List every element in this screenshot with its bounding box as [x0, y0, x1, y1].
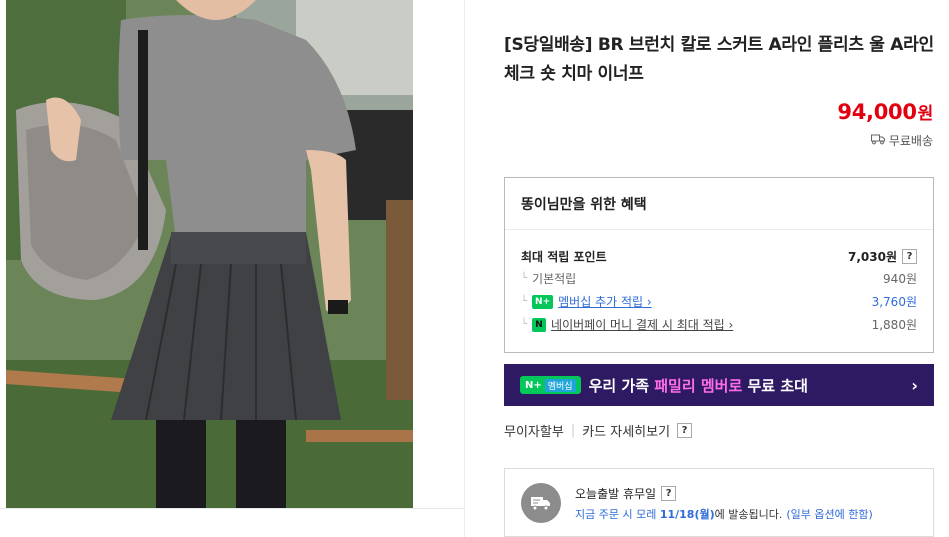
max-point-row: 최대 적립 포인트 7,030원 ?: [521, 248, 917, 265]
max-point-label: 최대 적립 포인트: [521, 250, 607, 264]
delivery-help-button[interactable]: ?: [661, 486, 677, 501]
benefit-heading: 똥이님만을 위한 혜택: [505, 178, 933, 230]
family-membership-banner[interactable]: N+ 멤버십 우리 가족 패밀리 멤버로 무료 초대 ›: [504, 364, 934, 406]
product-price: 94,000원: [837, 99, 933, 124]
point-row-npay[interactable]: └ N 네이버페이 머니 결제 시 최대 적립 › 1,880원: [521, 316, 917, 333]
card-detail-help-button[interactable]: ?: [677, 423, 693, 438]
delivery-text: 지금 주문 시 모레 11/18(월)에 발송됩니다. (일부 옵션에 한함): [575, 508, 873, 521]
point-row-membership[interactable]: └ N+ 멤버십 추가 적립 › 3,760원: [521, 293, 917, 310]
membership-point-link[interactable]: 멤버십 추가 적립 ›: [558, 293, 652, 310]
max-point-value: 7,030원: [848, 250, 897, 264]
point-row-value: 940원: [883, 272, 917, 286]
installment-row: 무이자할부 | 카드 자세히보기 ?: [504, 421, 693, 440]
photo-bottom-divider: [0, 508, 464, 509]
delivery-title: 오늘출발 휴무일 ?: [575, 485, 677, 502]
tree-branch-icon: └: [521, 296, 528, 307]
npay-point-link[interactable]: 네이버페이 머니 결제 시 최대 적립 ›: [551, 316, 733, 333]
shipping-label: 무료배송: [888, 134, 933, 148]
installment-label: 무이자할부: [504, 425, 564, 440]
separator: |: [570, 423, 576, 438]
membership-badge: N+ 멤버십: [520, 376, 581, 394]
product-title: [S당일배송] BR 브런치 칼로 스커트 A라인 플리츠 울 A라인 체크 숏…: [504, 35, 934, 84]
tree-branch-icon: └: [521, 319, 528, 330]
banner-text: 우리 가족 패밀리 멤버로 무료 초대: [588, 376, 808, 395]
shipping-info: 무료배송: [870, 132, 933, 149]
delivery-truck-icon: [521, 483, 561, 523]
point-row-basic: └ 기본적립 940원: [521, 270, 917, 287]
delivery-info-box: 오늘출발 휴무일 ? 지금 주문 시 모레 11/18(월)에 발송됩니다. (일…: [504, 468, 934, 537]
point-row-value: 1,880원: [871, 318, 917, 332]
product-image[interactable]: [6, 0, 413, 508]
price-unit: 원: [917, 104, 934, 124]
product-photo-illustration: [6, 0, 413, 508]
truck-icon: [870, 133, 885, 148]
column-divider: [464, 0, 465, 537]
naver-pay-icon: N: [532, 317, 547, 332]
chevron-right-icon: ›: [911, 375, 918, 395]
card-detail-link[interactable]: 카드 자세히보기: [582, 421, 670, 440]
tree-branch-icon: └: [521, 273, 528, 284]
naver-plus-badge: N+: [532, 294, 554, 309]
point-row-label: 기본적립: [532, 272, 577, 286]
max-point-help-button[interactable]: ?: [902, 249, 917, 264]
benefit-box: 똥이님만을 위한 혜택 최대 적립 포인트 7,030원 ? └ 기본적립 940…: [504, 177, 934, 353]
price-number: 94,000: [837, 100, 917, 124]
point-row-value: 3,760원: [871, 295, 917, 309]
